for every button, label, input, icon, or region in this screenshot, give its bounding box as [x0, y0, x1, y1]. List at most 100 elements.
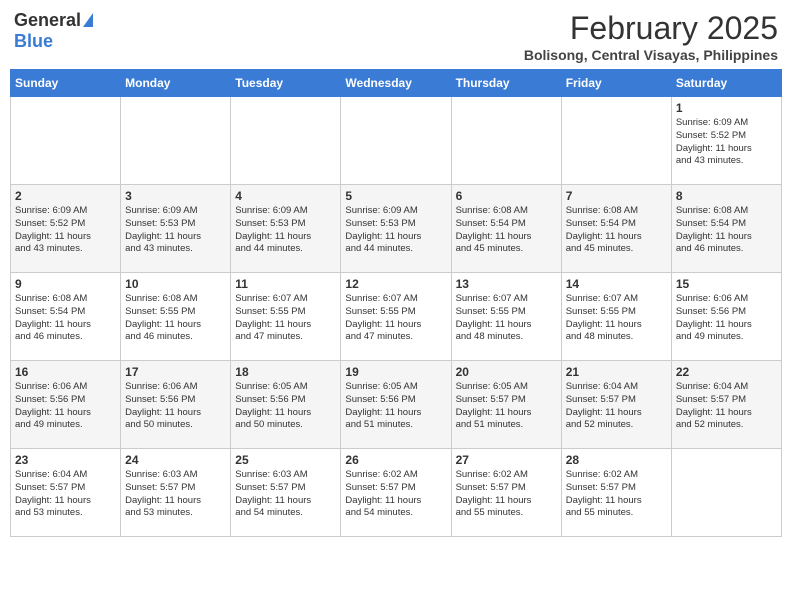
- calendar-cell: 7 Sunrise: 6:08 AM Sunset: 5:54 PM Daylig…: [561, 185, 671, 273]
- calendar-cell: 12 Sunrise: 6:07 AM Sunset: 5:55 PM Dayli…: [341, 273, 451, 361]
- day-number: 12: [345, 277, 446, 291]
- calendar-cell: 5Sunrise: 6:09 AM Sunset: 5:53 PM Daylig…: [341, 185, 451, 273]
- day-info: Sunrise: 6:08 AM Sunset: 5:55 PM Dayligh…: [125, 293, 226, 344]
- weekday-header-monday: Monday: [121, 70, 231, 97]
- calendar-week-row: 23 Sunrise: 6:04 AM Sunset: 5:57 PM Dayli…: [11, 449, 782, 537]
- calendar-cell: [451, 97, 561, 185]
- day-number: 23: [15, 453, 116, 467]
- calendar-cell: 9Sunrise: 6:08 AM Sunset: 5:54 PM Daylig…: [11, 273, 121, 361]
- day-number: 21: [566, 365, 667, 379]
- calendar-cell: [561, 97, 671, 185]
- calendar-cell: 17 Sunrise: 6:06 AM Sunset: 5:56 PM Dayli…: [121, 361, 231, 449]
- calendar-cell: 21 Sunrise: 6:04 AM Sunset: 5:57 PM Dayli…: [561, 361, 671, 449]
- day-number: 16: [15, 365, 116, 379]
- day-number: 3: [125, 189, 226, 203]
- day-number: 2: [15, 189, 116, 203]
- calendar-cell: [341, 97, 451, 185]
- logo-general-text: General: [14, 10, 81, 31]
- calendar-cell: 18Sunrise: 6:05 AM Sunset: 5:56 PM Dayli…: [231, 361, 341, 449]
- day-info: Sunrise: 6:07 AM Sunset: 5:55 PM Dayligh…: [566, 293, 667, 344]
- day-info: Sunrise: 6:06 AM Sunset: 5:56 PM Dayligh…: [125, 381, 226, 432]
- calendar-cell: 23 Sunrise: 6:04 AM Sunset: 5:57 PM Dayli…: [11, 449, 121, 537]
- day-info: Sunrise: 6:02 AM Sunset: 5:57 PM Dayligh…: [566, 469, 667, 520]
- day-info: Sunrise: 6:08 AM Sunset: 5:54 PM Dayligh…: [566, 205, 667, 256]
- calendar-week-row: 16 Sunrise: 6:06 AM Sunset: 5:56 PM Dayli…: [11, 361, 782, 449]
- day-info: Sunrise: 6:03 AM Sunset: 5:57 PM Dayligh…: [235, 469, 336, 520]
- day-number: 24: [125, 453, 226, 467]
- day-info: Sunrise: 6:06 AM Sunset: 5:56 PM Dayligh…: [676, 293, 777, 344]
- calendar-cell: [231, 97, 341, 185]
- logo: General Blue: [14, 10, 93, 52]
- day-info: Sunrise: 6:09 AM Sunset: 5:53 PM Dayligh…: [235, 205, 336, 256]
- day-number: 14: [566, 277, 667, 291]
- day-info: Sunrise: 6:04 AM Sunset: 5:57 PM Dayligh…: [566, 381, 667, 432]
- day-number: 17: [125, 365, 226, 379]
- calendar-cell: 28 Sunrise: 6:02 AM Sunset: 5:57 PM Dayli…: [561, 449, 671, 537]
- day-number: 10: [125, 277, 226, 291]
- calendar-cell: 24 Sunrise: 6:03 AM Sunset: 5:57 PM Dayli…: [121, 449, 231, 537]
- weekday-header-sunday: Sunday: [11, 70, 121, 97]
- day-number: 27: [456, 453, 557, 467]
- calendar-cell: 15 Sunrise: 6:06 AM Sunset: 5:56 PM Dayli…: [671, 273, 781, 361]
- day-number: 4: [235, 189, 336, 203]
- calendar-header-row: SundayMondayTuesdayWednesdayThursdayFrid…: [11, 70, 782, 97]
- day-info: Sunrise: 6:09 AM Sunset: 5:53 PM Dayligh…: [345, 205, 446, 256]
- calendar-cell: 8 Sunrise: 6:08 AM Sunset: 5:54 PM Daylig…: [671, 185, 781, 273]
- calendar-cell: 2 Sunrise: 6:09 AM Sunset: 5:52 PM Daylig…: [11, 185, 121, 273]
- day-info: Sunrise: 6:08 AM Sunset: 5:54 PM Dayligh…: [676, 205, 777, 256]
- calendar-cell: 19 Sunrise: 6:05 AM Sunset: 5:56 PM Dayli…: [341, 361, 451, 449]
- weekday-header-thursday: Thursday: [451, 70, 561, 97]
- day-info: Sunrise: 6:09 AM Sunset: 5:52 PM Dayligh…: [15, 205, 116, 256]
- calendar-cell: 22 Sunrise: 6:04 AM Sunset: 5:57 PM Dayli…: [671, 361, 781, 449]
- day-info: Sunrise: 6:07 AM Sunset: 5:55 PM Dayligh…: [235, 293, 336, 344]
- day-info: Sunrise: 6:06 AM Sunset: 5:56 PM Dayligh…: [15, 381, 116, 432]
- calendar-cell: 3 Sunrise: 6:09 AM Sunset: 5:53 PM Daylig…: [121, 185, 231, 273]
- day-info: Sunrise: 6:04 AM Sunset: 5:57 PM Dayligh…: [15, 469, 116, 520]
- calendar-week-row: 2 Sunrise: 6:09 AM Sunset: 5:52 PM Daylig…: [11, 185, 782, 273]
- title-section: February 2025 Bolisong, Central Visayas,…: [524, 10, 778, 63]
- calendar-cell: 20Sunrise: 6:05 AM Sunset: 5:57 PM Dayli…: [451, 361, 561, 449]
- weekday-header-tuesday: Tuesday: [231, 70, 341, 97]
- calendar-cell: 25 Sunrise: 6:03 AM Sunset: 5:57 PM Dayli…: [231, 449, 341, 537]
- day-number: 15: [676, 277, 777, 291]
- logo-blue-text: Blue: [14, 31, 53, 52]
- calendar-cell: 26Sunrise: 6:02 AM Sunset: 5:57 PM Dayli…: [341, 449, 451, 537]
- day-number: 11: [235, 277, 336, 291]
- calendar-cell: 10 Sunrise: 6:08 AM Sunset: 5:55 PM Dayli…: [121, 273, 231, 361]
- calendar-cell: 13 Sunrise: 6:07 AM Sunset: 5:55 PM Dayli…: [451, 273, 561, 361]
- calendar-cell: [671, 449, 781, 537]
- day-info: Sunrise: 6:07 AM Sunset: 5:55 PM Dayligh…: [456, 293, 557, 344]
- calendar-cell: 27Sunrise: 6:02 AM Sunset: 5:57 PM Dayli…: [451, 449, 561, 537]
- day-info: Sunrise: 6:04 AM Sunset: 5:57 PM Dayligh…: [676, 381, 777, 432]
- calendar-cell: 11 Sunrise: 6:07 AM Sunset: 5:55 PM Dayli…: [231, 273, 341, 361]
- day-info: Sunrise: 6:08 AM Sunset: 5:54 PM Dayligh…: [15, 293, 116, 344]
- calendar-cell: 4 Sunrise: 6:09 AM Sunset: 5:53 PM Daylig…: [231, 185, 341, 273]
- day-info: Sunrise: 6:09 AM Sunset: 5:53 PM Dayligh…: [125, 205, 226, 256]
- calendar-week-row: 9Sunrise: 6:08 AM Sunset: 5:54 PM Daylig…: [11, 273, 782, 361]
- calendar-cell: [121, 97, 231, 185]
- calendar-table: SundayMondayTuesdayWednesdayThursdayFrid…: [10, 69, 782, 537]
- day-number: 22: [676, 365, 777, 379]
- day-number: 8: [676, 189, 777, 203]
- day-info: Sunrise: 6:09 AM Sunset: 5:52 PM Dayligh…: [676, 117, 777, 168]
- weekday-header-friday: Friday: [561, 70, 671, 97]
- day-info: Sunrise: 6:02 AM Sunset: 5:57 PM Dayligh…: [345, 469, 446, 520]
- day-number: 20: [456, 365, 557, 379]
- location-title: Bolisong, Central Visayas, Philippines: [524, 47, 778, 63]
- day-number: 7: [566, 189, 667, 203]
- calendar-cell: 14 Sunrise: 6:07 AM Sunset: 5:55 PM Dayli…: [561, 273, 671, 361]
- day-number: 18: [235, 365, 336, 379]
- day-info: Sunrise: 6:05 AM Sunset: 5:56 PM Dayligh…: [345, 381, 446, 432]
- calendar-cell: 6Sunrise: 6:08 AM Sunset: 5:54 PM Daylig…: [451, 185, 561, 273]
- day-number: 13: [456, 277, 557, 291]
- calendar-week-row: 1 Sunrise: 6:09 AM Sunset: 5:52 PM Daylig…: [11, 97, 782, 185]
- calendar-cell: [11, 97, 121, 185]
- day-number: 25: [235, 453, 336, 467]
- day-number: 19: [345, 365, 446, 379]
- day-info: Sunrise: 6:03 AM Sunset: 5:57 PM Dayligh…: [125, 469, 226, 520]
- page-header: General Blue February 2025 Bolisong, Cen…: [10, 10, 782, 63]
- day-info: Sunrise: 6:07 AM Sunset: 5:55 PM Dayligh…: [345, 293, 446, 344]
- day-number: 1: [676, 101, 777, 115]
- day-number: 6: [456, 189, 557, 203]
- day-number: 28: [566, 453, 667, 467]
